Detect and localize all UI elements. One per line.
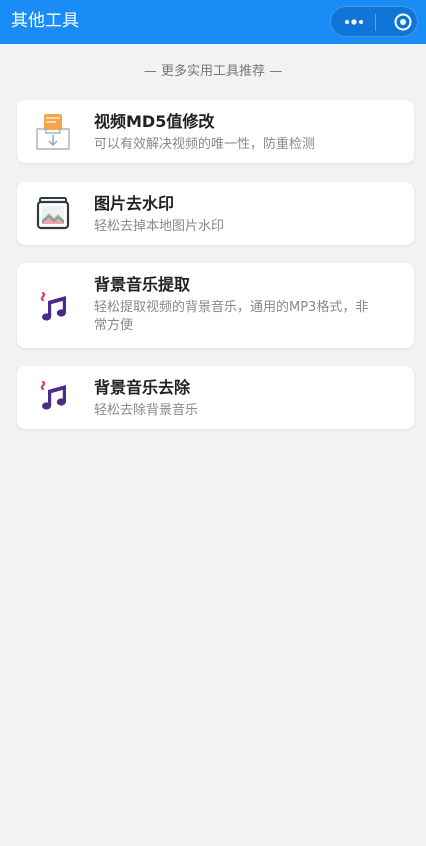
tool-description: 轻松去除背景音乐 — [94, 403, 199, 418]
tool-title: 图片去水印 — [94, 194, 175, 213]
more-dots-icon[interactable] — [343, 13, 365, 31]
tool-card-video-md5[interactable]: 视频MD5值修改 可以有效解决视频的唯一性，防重检测 — [17, 100, 414, 163]
music-note-icon — [35, 378, 71, 414]
music-note-icon — [35, 289, 71, 325]
tool-card-extract-music[interactable]: 背景音乐提取 轻松提取视频的背景音乐，通用的MP3格式，非常方便 — [17, 263, 414, 348]
tool-description: 轻松去掉本地图片水印 — [94, 219, 225, 234]
tool-title: 视频MD5值修改 — [94, 112, 215, 131]
tool-description: 轻松提取视频的背景音乐，通用的MP3格式，非常方便 — [94, 300, 369, 333]
tool-description: 可以有效解决视频的唯一性，防重检测 — [94, 137, 316, 152]
tool-title: 背景音乐提取 — [94, 275, 191, 294]
tool-card-remove-watermark[interactable]: 图片去水印 轻松去掉本地图片水印 — [17, 182, 414, 245]
image-icon — [35, 195, 71, 231]
capsule-divider — [375, 14, 376, 31]
tool-card-remove-music[interactable]: 背景音乐去除 轻松去除背景音乐 — [17, 366, 414, 429]
tool-title: 背景音乐去除 — [94, 378, 191, 397]
close-target-icon[interactable] — [393, 12, 413, 32]
top-navigation-bar: 其他工具 — [0, 0, 426, 44]
mini-program-capsule — [330, 6, 418, 37]
section-hint: — 更多实用工具推荐 — — [143, 64, 283, 79]
download-box-icon — [35, 113, 71, 150]
page-title: 其他工具 — [11, 11, 79, 31]
